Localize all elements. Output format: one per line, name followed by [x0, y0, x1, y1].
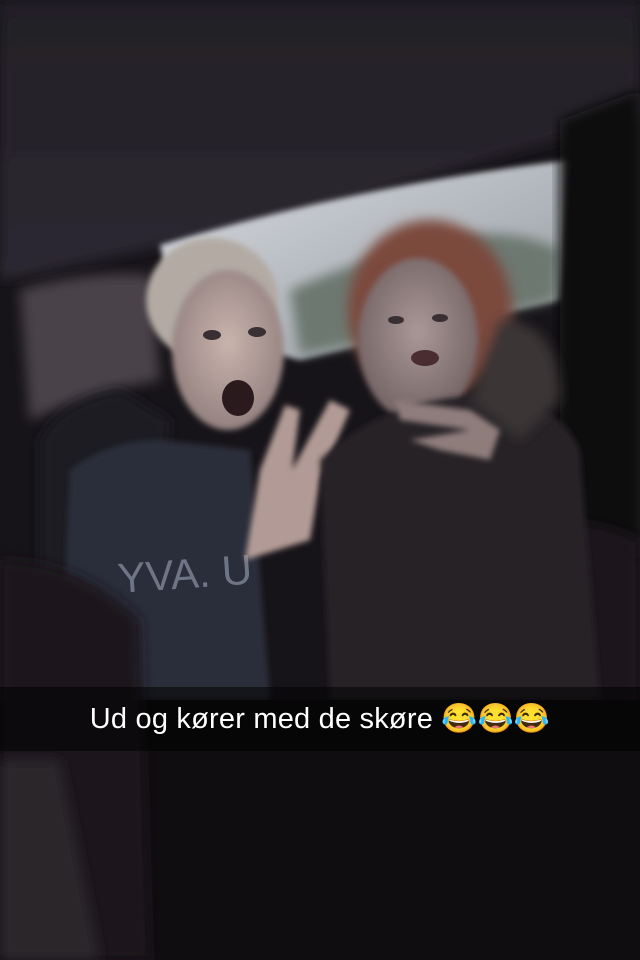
snap-view: YVA. U Ud og kører med de skøre 😂😂😂 — [0, 0, 640, 960]
caption-text: Ud og kører med de skøre 😂😂😂 — [89, 703, 551, 735]
caption-bar: Ud og kører med de skøre 😂😂😂 — [0, 687, 640, 751]
car-selfie-photo: YVA. U — [0, 0, 640, 960]
svg-text:YVA. U: YVA. U — [116, 546, 254, 602]
